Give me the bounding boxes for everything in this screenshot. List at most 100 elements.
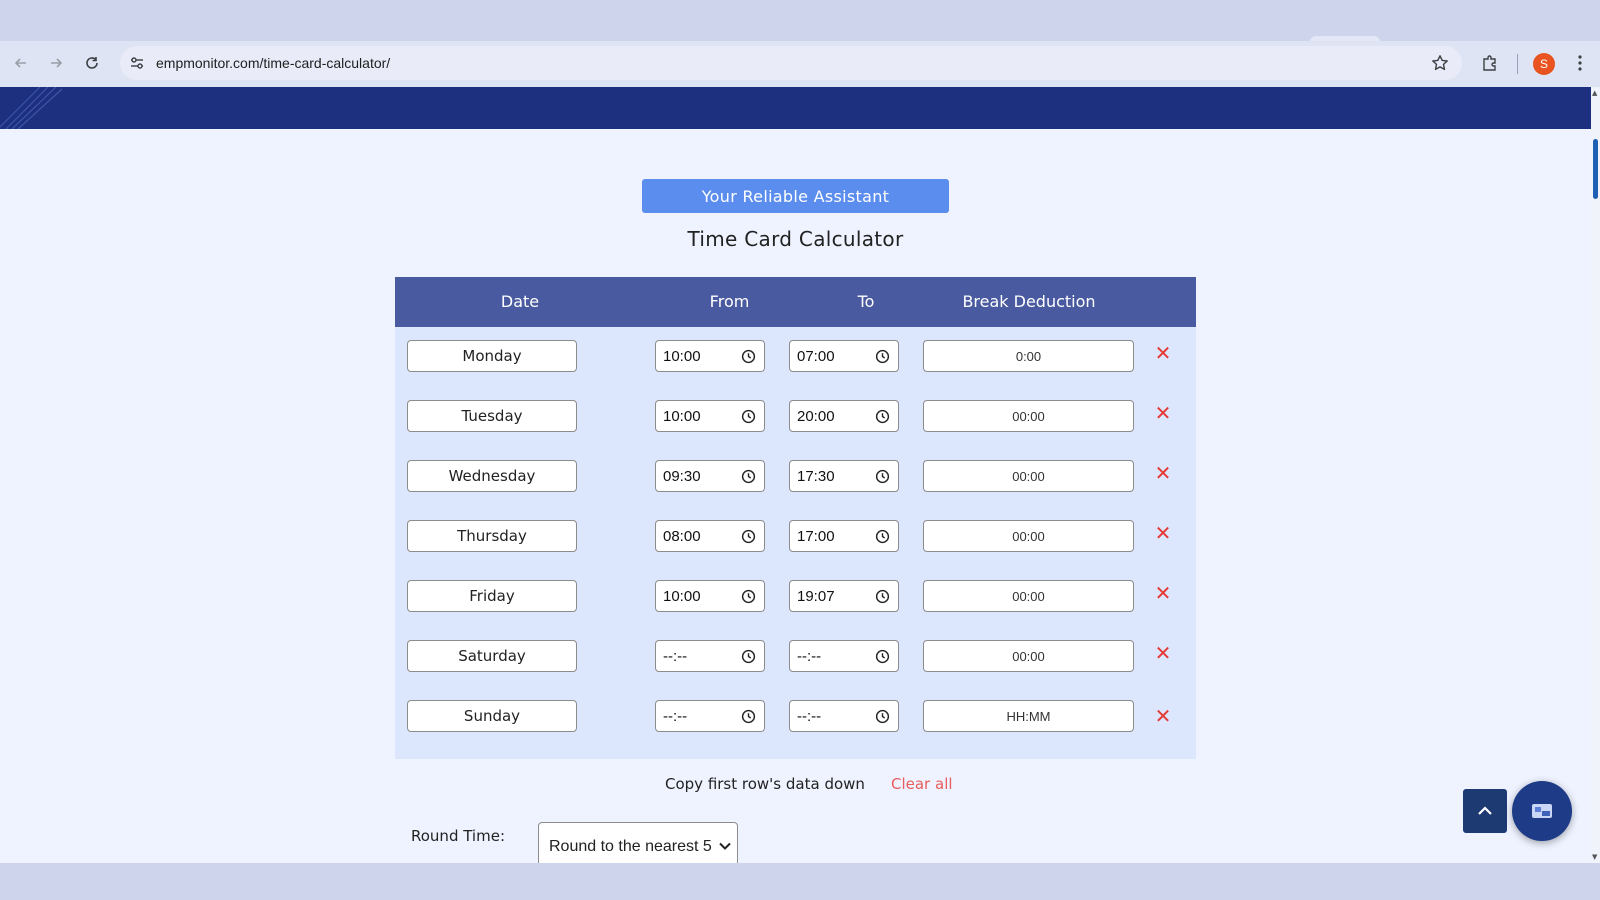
clock-icon[interactable]	[741, 469, 756, 484]
clock-icon[interactable]	[741, 709, 756, 724]
from-time-input[interactable]: --:--	[655, 640, 765, 672]
from-time-value: 10:00	[663, 348, 701, 365]
to-time-input[interactable]: 19:07	[789, 580, 899, 612]
clock-icon[interactable]	[741, 529, 756, 544]
clock-icon[interactable]	[875, 409, 890, 424]
day-field[interactable]: Sunday	[407, 700, 577, 732]
from-time-input[interactable]: --:--	[655, 700, 765, 732]
remove-row-icon[interactable]: ✕	[1153, 463, 1173, 483]
column-header-from: From	[709, 292, 750, 311]
day-field[interactable]: Friday	[407, 580, 577, 612]
scroll-up-arrow-icon[interactable]: ▲	[1592, 89, 1597, 97]
browser-menu-icon[interactable]	[1570, 52, 1590, 74]
extensions-puzzle-icon[interactable]	[1479, 52, 1501, 74]
remove-row-icon[interactable]: ✕	[1153, 343, 1173, 363]
from-time-input[interactable]: 10:00	[655, 340, 765, 372]
break-deduction-input[interactable]: 0:00	[923, 340, 1134, 372]
break-deduction-input[interactable]: 00:00	[923, 640, 1134, 672]
chevron-down-icon	[719, 839, 731, 853]
chevron-up-icon	[1478, 806, 1492, 815]
day-field[interactable]: Wednesday	[407, 460, 577, 492]
tagline-badge: Your Reliable Assistant	[642, 179, 949, 213]
to-time-value: 17:30	[797, 468, 835, 485]
back-arrow-icon[interactable]	[7, 49, 35, 77]
clock-icon[interactable]	[875, 649, 890, 664]
browser-toolbar: empmonitor.com/time-card-calculator/ S	[0, 41, 1600, 87]
day-field[interactable]: Tuesday	[407, 400, 577, 432]
to-time-value: --:--	[797, 708, 822, 725]
reload-icon[interactable]	[78, 49, 106, 77]
clock-icon[interactable]	[741, 409, 756, 424]
to-time-input[interactable]: 17:30	[789, 460, 899, 492]
clock-icon[interactable]	[875, 709, 890, 724]
forward-arrow-icon[interactable]	[42, 49, 70, 77]
from-time-value: --:--	[663, 648, 688, 665]
clear-all-link[interactable]: Clear all	[891, 775, 953, 793]
time-card-table: Date From To Break Deduction Monday 10:0…	[395, 277, 1196, 759]
scroll-down-arrow-icon[interactable]: ▼	[1592, 853, 1597, 861]
from-time-value: 10:00	[663, 408, 701, 425]
day-field[interactable]: Saturday	[407, 640, 577, 672]
clock-icon[interactable]	[875, 349, 890, 364]
round-time-select[interactable]: Round to the nearest 5	[538, 822, 738, 863]
remove-row-icon[interactable]: ✕	[1153, 643, 1173, 663]
copy-first-row-link[interactable]: Copy first row's data down	[665, 775, 865, 793]
table-row: Saturday --:-- --:-- 00:00 ✕	[395, 640, 1196, 674]
toolbar-divider	[1517, 54, 1518, 74]
address-bar[interactable]: empmonitor.com/time-card-calculator/	[120, 46, 1462, 80]
page-scrollbar[interactable]: ▲ ▼	[1591, 87, 1600, 863]
table-row: Wednesday 09:30 17:30 00:00 ✕	[395, 460, 1196, 494]
clock-icon[interactable]	[741, 349, 756, 364]
from-time-value: 08:00	[663, 528, 701, 545]
break-deduction-input[interactable]: 00:00	[923, 460, 1134, 492]
break-deduction-input[interactable]: 00:00	[923, 520, 1134, 552]
day-field[interactable]: Monday	[407, 340, 577, 372]
remove-row-icon[interactable]: ✕	[1153, 706, 1173, 726]
break-deduction-input[interactable]: HH:MM	[923, 700, 1134, 732]
day-field[interactable]: Thursday	[407, 520, 577, 552]
break-deduction-input[interactable]: 00:00	[923, 580, 1134, 612]
from-time-input[interactable]: 08:00	[655, 520, 765, 552]
column-header-to: To	[857, 292, 875, 311]
scrollbar-thumb[interactable]	[1593, 139, 1598, 199]
clock-icon[interactable]	[741, 589, 756, 604]
clock-icon[interactable]	[741, 649, 756, 664]
round-time-label: Round Time:	[411, 827, 505, 845]
to-time-value: 17:00	[797, 528, 835, 545]
clock-icon[interactable]	[875, 589, 890, 604]
from-time-input[interactable]: 10:00	[655, 400, 765, 432]
to-time-input[interactable]: 17:00	[789, 520, 899, 552]
chat-widget-button[interactable]	[1512, 781, 1572, 841]
from-time-input[interactable]: 10:00	[655, 580, 765, 612]
to-time-input[interactable]: --:--	[789, 700, 899, 732]
to-time-input[interactable]: 07:00	[789, 340, 899, 372]
profile-avatar[interactable]: S	[1533, 53, 1555, 75]
from-time-input[interactable]: 09:30	[655, 460, 765, 492]
chat-icon	[1532, 804, 1552, 818]
page-content: Your Reliable Assistant Time Card Calcul…	[0, 87, 1591, 863]
to-time-input[interactable]: 20:00	[789, 400, 899, 432]
remove-row-icon[interactable]: ✕	[1153, 403, 1173, 423]
scroll-to-top-button[interactable]	[1463, 789, 1507, 833]
table-row: Friday 10:00 19:07 00:00 ✕	[395, 580, 1196, 614]
to-time-input[interactable]: --:--	[789, 640, 899, 672]
table-row: Sunday --:-- --:-- HH:MM ✕	[395, 700, 1196, 734]
site-settings-icon[interactable]	[128, 54, 146, 72]
column-header-break-deduction: Break Deduction	[962, 292, 1096, 311]
table-row: Thursday 08:00 17:00 00:00 ✕	[395, 520, 1196, 554]
hero-banner	[0, 87, 1591, 129]
clock-icon[interactable]	[875, 529, 890, 544]
to-time-value: --:--	[797, 648, 822, 665]
remove-row-icon[interactable]: ✕	[1153, 523, 1173, 543]
decorative-lines	[0, 87, 63, 129]
bottom-bar	[0, 863, 1600, 900]
url-text[interactable]: empmonitor.com/time-card-calculator/	[156, 55, 390, 71]
break-deduction-input[interactable]: 00:00	[923, 400, 1134, 432]
table-row: Tuesday 10:00 20:00 00:00 ✕	[395, 400, 1196, 434]
bookmark-star-icon[interactable]	[1430, 53, 1450, 73]
remove-row-icon[interactable]: ✕	[1153, 583, 1173, 603]
clock-icon[interactable]	[875, 469, 890, 484]
from-time-value: --:--	[663, 708, 688, 725]
column-header-date: Date	[500, 292, 540, 311]
from-time-value: 10:00	[663, 588, 701, 605]
